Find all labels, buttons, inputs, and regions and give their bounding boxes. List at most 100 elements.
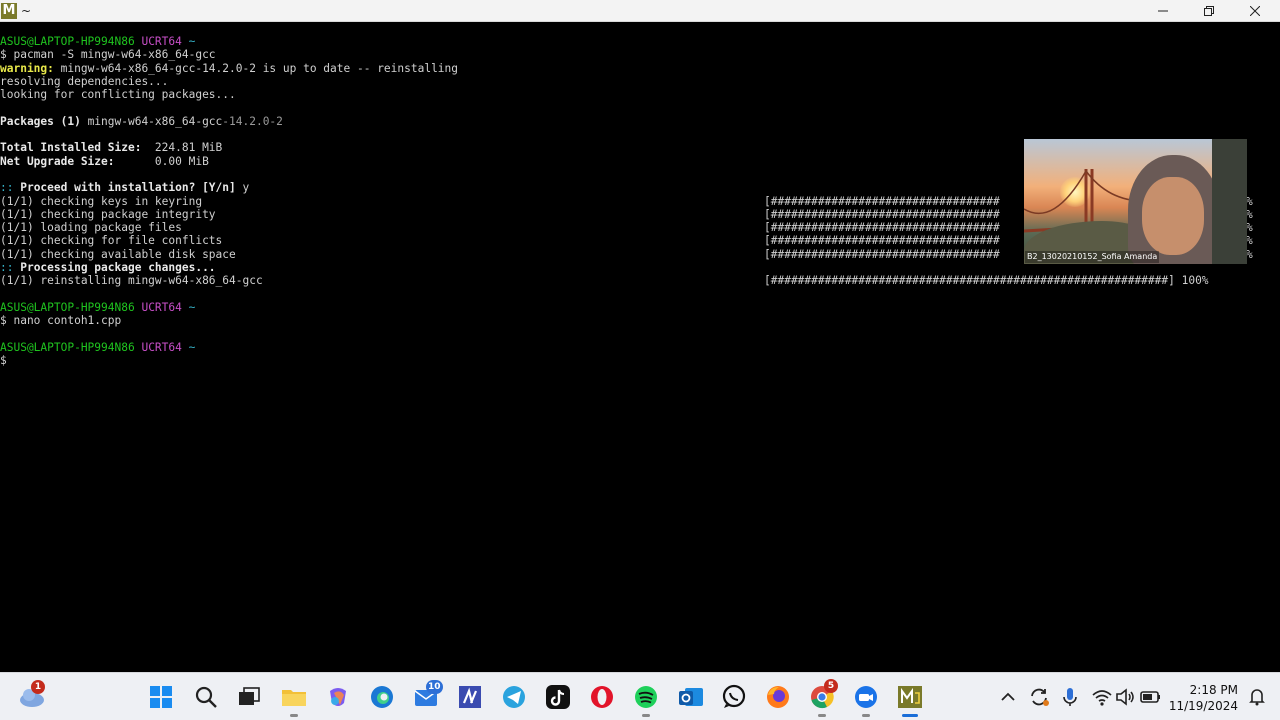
terminal-text: (1/1) checking available disk space xyxy=(0,247,236,261)
progress-bar-text: [################################## xyxy=(764,247,1000,261)
terminal-text: :: xyxy=(0,181,14,195)
chrome-badge: 5 xyxy=(824,679,838,693)
video-background-right xyxy=(1212,139,1247,264)
terminal-text: Packages (1) xyxy=(0,114,81,128)
terminal-text: y xyxy=(235,181,250,195)
title-bar[interactable]: M ~ xyxy=(0,0,1280,22)
progress-percent-text: % xyxy=(1246,194,1253,208)
terminal-text: ~ xyxy=(188,300,196,314)
telegram-icon xyxy=(503,686,525,708)
weather-badge: 1 xyxy=(31,680,45,694)
terminal-text: UCRT64 xyxy=(141,300,189,314)
progress-bar-text: [################################## xyxy=(764,234,1000,248)
zoom-icon xyxy=(855,686,877,708)
task-view-button[interactable] xyxy=(235,683,263,711)
terminal-text: 224.81 MiB xyxy=(141,141,223,155)
progress-bar-text: [################################## xyxy=(764,221,1000,235)
terminal-text: Total Installed Size: xyxy=(0,141,142,155)
terminal-text: (1/1) reinstalling mingw-w64-x86_64-gcc xyxy=(0,274,263,288)
terminal-line: resolving dependencies... xyxy=(0,75,1262,88)
terminal-text: (1/1) checking package integrity xyxy=(0,207,216,221)
terminal-text: $ xyxy=(0,354,7,368)
spotify-indicator xyxy=(642,714,650,717)
terminal-text: :: xyxy=(0,261,14,275)
battery-icon xyxy=(1140,691,1160,703)
volume-button[interactable] xyxy=(1112,683,1140,711)
terminal-text: ~ xyxy=(188,340,196,354)
terminal-text: -14.2.0-2 xyxy=(222,114,283,128)
terminal-line: ASUS@LAPTOP-HP994N86 UCRT64 ~ xyxy=(0,35,1262,48)
battery-button[interactable] xyxy=(1137,683,1165,711)
notification-bell-icon xyxy=(1249,689,1265,706)
notifications-button[interactable] xyxy=(1243,683,1271,711)
minimize-icon xyxy=(1158,10,1168,12)
maximize-button[interactable] xyxy=(1186,0,1232,22)
weather-widget[interactable]: 1 xyxy=(18,680,46,711)
msys2-app-icon: M xyxy=(1,3,17,19)
terminal-text: $ pacman -S mingw-w64-x86_64-gcc xyxy=(0,48,216,62)
spotify-icon xyxy=(635,686,657,708)
taskbar: 1 10 5 2:18 PM 11/19/2024 xyxy=(0,672,1280,720)
sync-icon xyxy=(1031,688,1049,706)
firefox-button[interactable] xyxy=(764,683,792,711)
opera-button[interactable] xyxy=(588,683,616,711)
zoom-indicator xyxy=(862,714,870,717)
telegram-button[interactable] xyxy=(500,683,528,711)
terminal-text: mingw-w64-x86_64-gcc-14.2.0-2 is up to d… xyxy=(53,61,459,75)
terminal-text: Net Upgrade Size: xyxy=(0,154,115,168)
outlook-button[interactable] xyxy=(677,683,705,711)
restore-icon xyxy=(1204,6,1214,16)
visual-studio-icon xyxy=(459,686,481,708)
terminal-text: looking for conflicting packages... xyxy=(0,88,236,102)
file-explorer-button[interactable] xyxy=(280,683,308,711)
progress-bar-text: [################################## xyxy=(764,194,1000,208)
terminal-text: UCRT64 xyxy=(141,35,189,48)
terminal-line: $ nano contoh1.cpp xyxy=(0,314,1262,327)
msys2-button[interactable] xyxy=(896,683,924,711)
terminal-line: looking for conflicting packages... xyxy=(0,88,1262,101)
terminal-text: $ nano contoh1.cpp xyxy=(0,314,122,328)
terminal-text: (1/1) loading package files xyxy=(0,221,182,235)
spotify-button[interactable] xyxy=(632,683,660,711)
progress-percent-text: % xyxy=(1246,207,1253,221)
terminal-text: warning: xyxy=(0,61,54,75)
microphone-icon xyxy=(1063,688,1077,706)
whatsapp-button[interactable] xyxy=(720,683,748,711)
mail-button[interactable]: 10 xyxy=(412,680,443,711)
scrollbar[interactable] xyxy=(1262,22,1280,672)
progress-percent-text: % xyxy=(1246,247,1253,261)
tiktok-button[interactable] xyxy=(544,683,572,711)
sync-button[interactable] xyxy=(1025,683,1053,711)
terminal-line: warning: mingw-w64-x86_64-gcc-14.2.0-2 i… xyxy=(0,62,1262,75)
tiktok-icon xyxy=(546,685,570,709)
edge-button[interactable] xyxy=(368,683,396,711)
minimize-button[interactable] xyxy=(1140,0,1186,22)
search-button[interactable] xyxy=(192,683,220,711)
terminal-text: UCRT64 xyxy=(141,340,189,354)
terminal-output[interactable]: ASUS@LAPTOP-HP994N86 UCRT64 ~ $ pacman -S… xyxy=(0,35,1262,672)
copilot-icon xyxy=(330,688,346,706)
show-hidden-icons-button[interactable] xyxy=(994,683,1022,711)
copilot-button[interactable] xyxy=(324,683,352,711)
msys2-indicator xyxy=(902,714,918,717)
clock-date: 11/19/2024 xyxy=(1168,699,1238,713)
visual-studio-button[interactable] xyxy=(456,683,484,711)
terminal-text: Processing package changes... xyxy=(13,261,216,275)
start-button[interactable] xyxy=(147,683,175,711)
zoom-button[interactable] xyxy=(852,683,880,711)
close-button[interactable] xyxy=(1232,0,1278,22)
mail-badge: 10 xyxy=(426,680,443,694)
chrome-button[interactable]: 5 xyxy=(808,679,838,711)
terminal-text: Proceed with installation? [Y/n] xyxy=(13,181,236,195)
terminal-text: (1/1) checking for file conflicts xyxy=(0,234,223,248)
edge-icon xyxy=(371,686,393,708)
terminal-line: Packages (1) mingw-w64-x86_64-gcc-14.2.0… xyxy=(0,115,1262,128)
system-clock[interactable]: 2:18 PM 11/19/2024 xyxy=(1168,682,1238,714)
terminal-line: $ xyxy=(0,354,1262,367)
task-view-icon xyxy=(239,687,260,705)
opera-icon xyxy=(591,686,613,708)
video-overlay[interactable] xyxy=(1024,139,1247,264)
search-icon xyxy=(195,686,217,708)
microphone-button[interactable] xyxy=(1056,683,1084,711)
